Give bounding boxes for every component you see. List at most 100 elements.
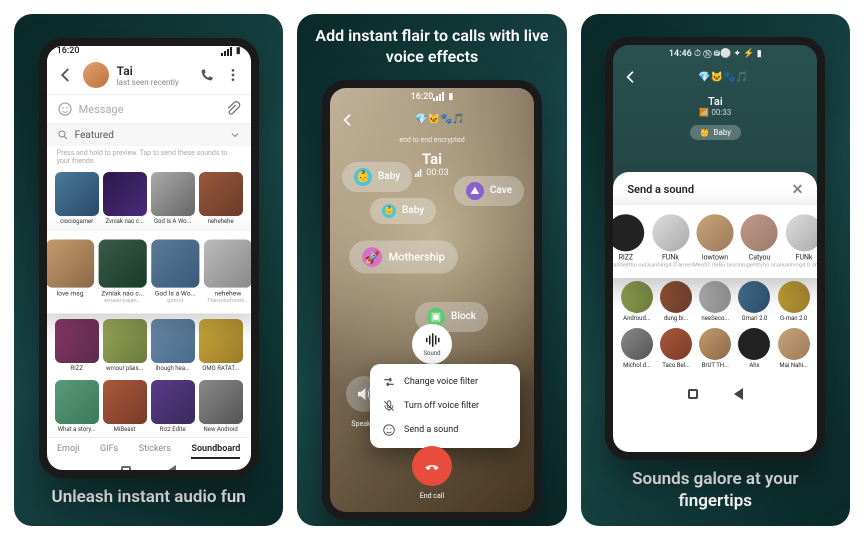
sound-item[interactable]: OMG RATAT... <box>199 319 243 372</box>
sound-item[interactable]: RIZZ <box>55 319 99 372</box>
panel-caption: Sounds galore at your fingertips <box>581 460 850 526</box>
avatar[interactable] <box>83 62 109 88</box>
panel-caption: Unleash instant audio fun <box>36 478 262 522</box>
message-input[interactable]: Message <box>47 95 251 124</box>
sound-item[interactable]: What a story... <box>55 380 99 433</box>
call-name: Tai <box>422 150 442 168</box>
hint-text: Press and hold to preview. Tap to send t… <box>47 146 251 168</box>
nav-recent-icon[interactable] <box>688 389 698 399</box>
tab-emoji[interactable]: Emoji <box>57 444 79 459</box>
search-icon <box>57 129 69 141</box>
android-navbar <box>613 383 817 405</box>
nav-back-icon[interactable] <box>734 388 743 400</box>
sound-item[interactable]: ciociogamer <box>55 172 99 225</box>
status-time: 16:20 <box>57 46 80 56</box>
sound-item[interactable]: love msg <box>46 240 94 305</box>
voice-menu: Change voice filter Turn off voice filte… <box>370 364 520 448</box>
sound-item[interactable]: New Android <box>199 380 243 433</box>
sound-grid-row1: ciociogamer Zvniak nao c... God Is A Wo.… <box>47 168 251 229</box>
sound-grid-row3: What a story... MiBeast Rizz Edite New A… <box>47 376 251 437</box>
featured-label: Featured <box>75 130 114 141</box>
android-navbar <box>47 465 251 477</box>
sound-button-label: Sound <box>423 350 440 357</box>
sound-item[interactable]: Ahx <box>735 328 774 369</box>
phone-hangup-icon <box>422 456 442 476</box>
back-icon[interactable] <box>340 112 356 128</box>
sound-item[interactable]: FUNkkanhing4.0 ohhodoan <box>782 214 825 269</box>
menu-turn-off-filter[interactable]: Turn off voice filter <box>370 394 520 418</box>
screenshot-panel-2: Add instant flair to calls with live voi… <box>297 14 566 526</box>
phone-frame: 16:20 ▮ Tai last seen recently Message <box>39 38 259 478</box>
status-bar: 16:20 ▮ <box>401 88 464 106</box>
status-time: 16:20 <box>411 92 434 102</box>
close-icon[interactable]: ✕ <box>792 182 804 198</box>
sound-item[interactable]: wmour plais... <box>103 319 147 372</box>
status-bar: 14:46 ⏱ Ⓝ ⛁ ⚪ ✦ ⚡ ▮ <box>659 45 772 63</box>
panel-title: Add instant flair to calls with live voi… <box>297 14 566 80</box>
call-time: 00:03 <box>415 168 448 178</box>
swap-icon <box>382 375 396 389</box>
voice-effect-mothership[interactable]: 🚀Mothership <box>349 240 458 273</box>
sound-item[interactable]: CatyouInlugehttyho ncali <box>738 214 783 269</box>
call-time: 📶 00:33 <box>699 108 731 117</box>
sheet-title: Send a sound <box>627 183 694 196</box>
voice-effect-baby[interactable]: 👶Baby <box>370 198 436 224</box>
sound-item[interactable]: Androud... <box>617 281 656 322</box>
sound-item[interactable]: Zvniak nao c...emasir-palan... <box>98 240 146 305</box>
sound-item[interactable]: BrUT TH... <box>696 328 735 369</box>
status-icons: ⚪ ✦ ⚡ ▮ <box>720 49 762 59</box>
end-call-button[interactable] <box>412 446 452 486</box>
sound-item[interactable]: nehehehe <box>199 172 243 225</box>
sound-item[interactable]: neeSeco... <box>696 281 735 322</box>
sound-item[interactable]: Zvniak nao c... <box>103 172 147 225</box>
sound-item[interactable]: Michol d... <box>617 328 656 369</box>
attach-icon[interactable] <box>225 101 241 117</box>
emoji-icon[interactable] <box>57 101 73 117</box>
sound-grid-featured: love msg Zvniak nao c...emasir-palan... … <box>39 231 259 314</box>
sound-item[interactable]: RIZZExpandelltho osChannelT145 <box>605 214 648 269</box>
mic-off-icon <box>382 399 396 413</box>
smile-icon <box>382 423 396 437</box>
sound-item[interactable]: dung bi... <box>657 281 696 322</box>
chevron-down-icon <box>229 129 241 141</box>
sound-item[interactable]: lowtownMeotic iteBu binoclt <box>693 214 738 269</box>
sound-item[interactable]: God Is A Wo... <box>151 172 195 225</box>
attachment-tabs: Emoji GIFs Stickers Soundboard <box>47 437 251 465</box>
screenshot-panel-1: 16:20 ▮ Tai last seen recently Message <box>14 14 283 526</box>
tab-soundboard[interactable]: Soundboard <box>191 444 240 459</box>
sound-row: Michol d... Taco Bel... BrUT TH... Ahx M… <box>613 324 817 371</box>
sound-item[interactable]: FUNkkanhing4.0 american <box>648 214 693 269</box>
active-voice-effect[interactable]: 👶Baby <box>690 125 742 140</box>
sound-button[interactable]: Sound <box>412 324 452 364</box>
nav-recent-icon[interactable] <box>121 466 131 476</box>
sound-item[interactable]: nehehewThevoicofnoob... <box>204 240 252 305</box>
sound-icon <box>423 331 441 349</box>
menu-change-filter[interactable]: Change voice filter <box>370 370 520 394</box>
status-icons: ▮ <box>221 46 241 56</box>
phone-frame: 16:20 ▮ 💎🐱🐾🎵 end to end encrypted Tai 00… <box>322 80 542 520</box>
sound-item[interactable]: Rizz Edite <box>151 380 195 433</box>
menu-send-sound[interactable]: Send a sound <box>370 418 520 442</box>
more-icon[interactable] <box>225 67 241 83</box>
nav-back-icon[interactable] <box>167 465 176 477</box>
signal-icon <box>433 92 444 101</box>
sound-item[interactable]: Gmari 2.0 <box>735 281 774 322</box>
sound-item[interactable]: Mai Nahi... <box>774 328 813 369</box>
voice-effect-cave[interactable]: ⛰Cave <box>454 176 524 206</box>
tab-stickers[interactable]: Stickers <box>139 444 171 459</box>
back-icon[interactable] <box>57 66 75 84</box>
sound-item[interactable]: G-man 2.0 <box>774 281 813 322</box>
status-time: 14:46 ⏱ Ⓝ ⛁ <box>669 49 720 59</box>
tab-gifs[interactable]: GIFs <box>100 444 118 459</box>
signal-icon <box>415 169 423 177</box>
call-icon[interactable] <box>199 67 215 83</box>
sound-item[interactable]: Taco Bel... <box>657 328 696 369</box>
phone-frame: 14:46 ⏱ Ⓝ ⛁ ⚪ ✦ ⚡ ▮ 💎🐱🐾🎵 Tai 📶 00:33 👶Ba… <box>605 37 825 460</box>
voice-effect-baby[interactable]: 👶Baby <box>342 162 412 192</box>
back-icon[interactable] <box>623 69 639 85</box>
sound-item[interactable]: MiBeast <box>103 380 147 433</box>
status-bar: 16:20 ▮ <box>47 46 251 56</box>
sound-item[interactable]: ihough hea... <box>151 319 195 372</box>
featured-row[interactable]: Featured <box>47 124 251 146</box>
sound-item[interactable]: God Is a Wo...gomot <box>151 240 199 305</box>
